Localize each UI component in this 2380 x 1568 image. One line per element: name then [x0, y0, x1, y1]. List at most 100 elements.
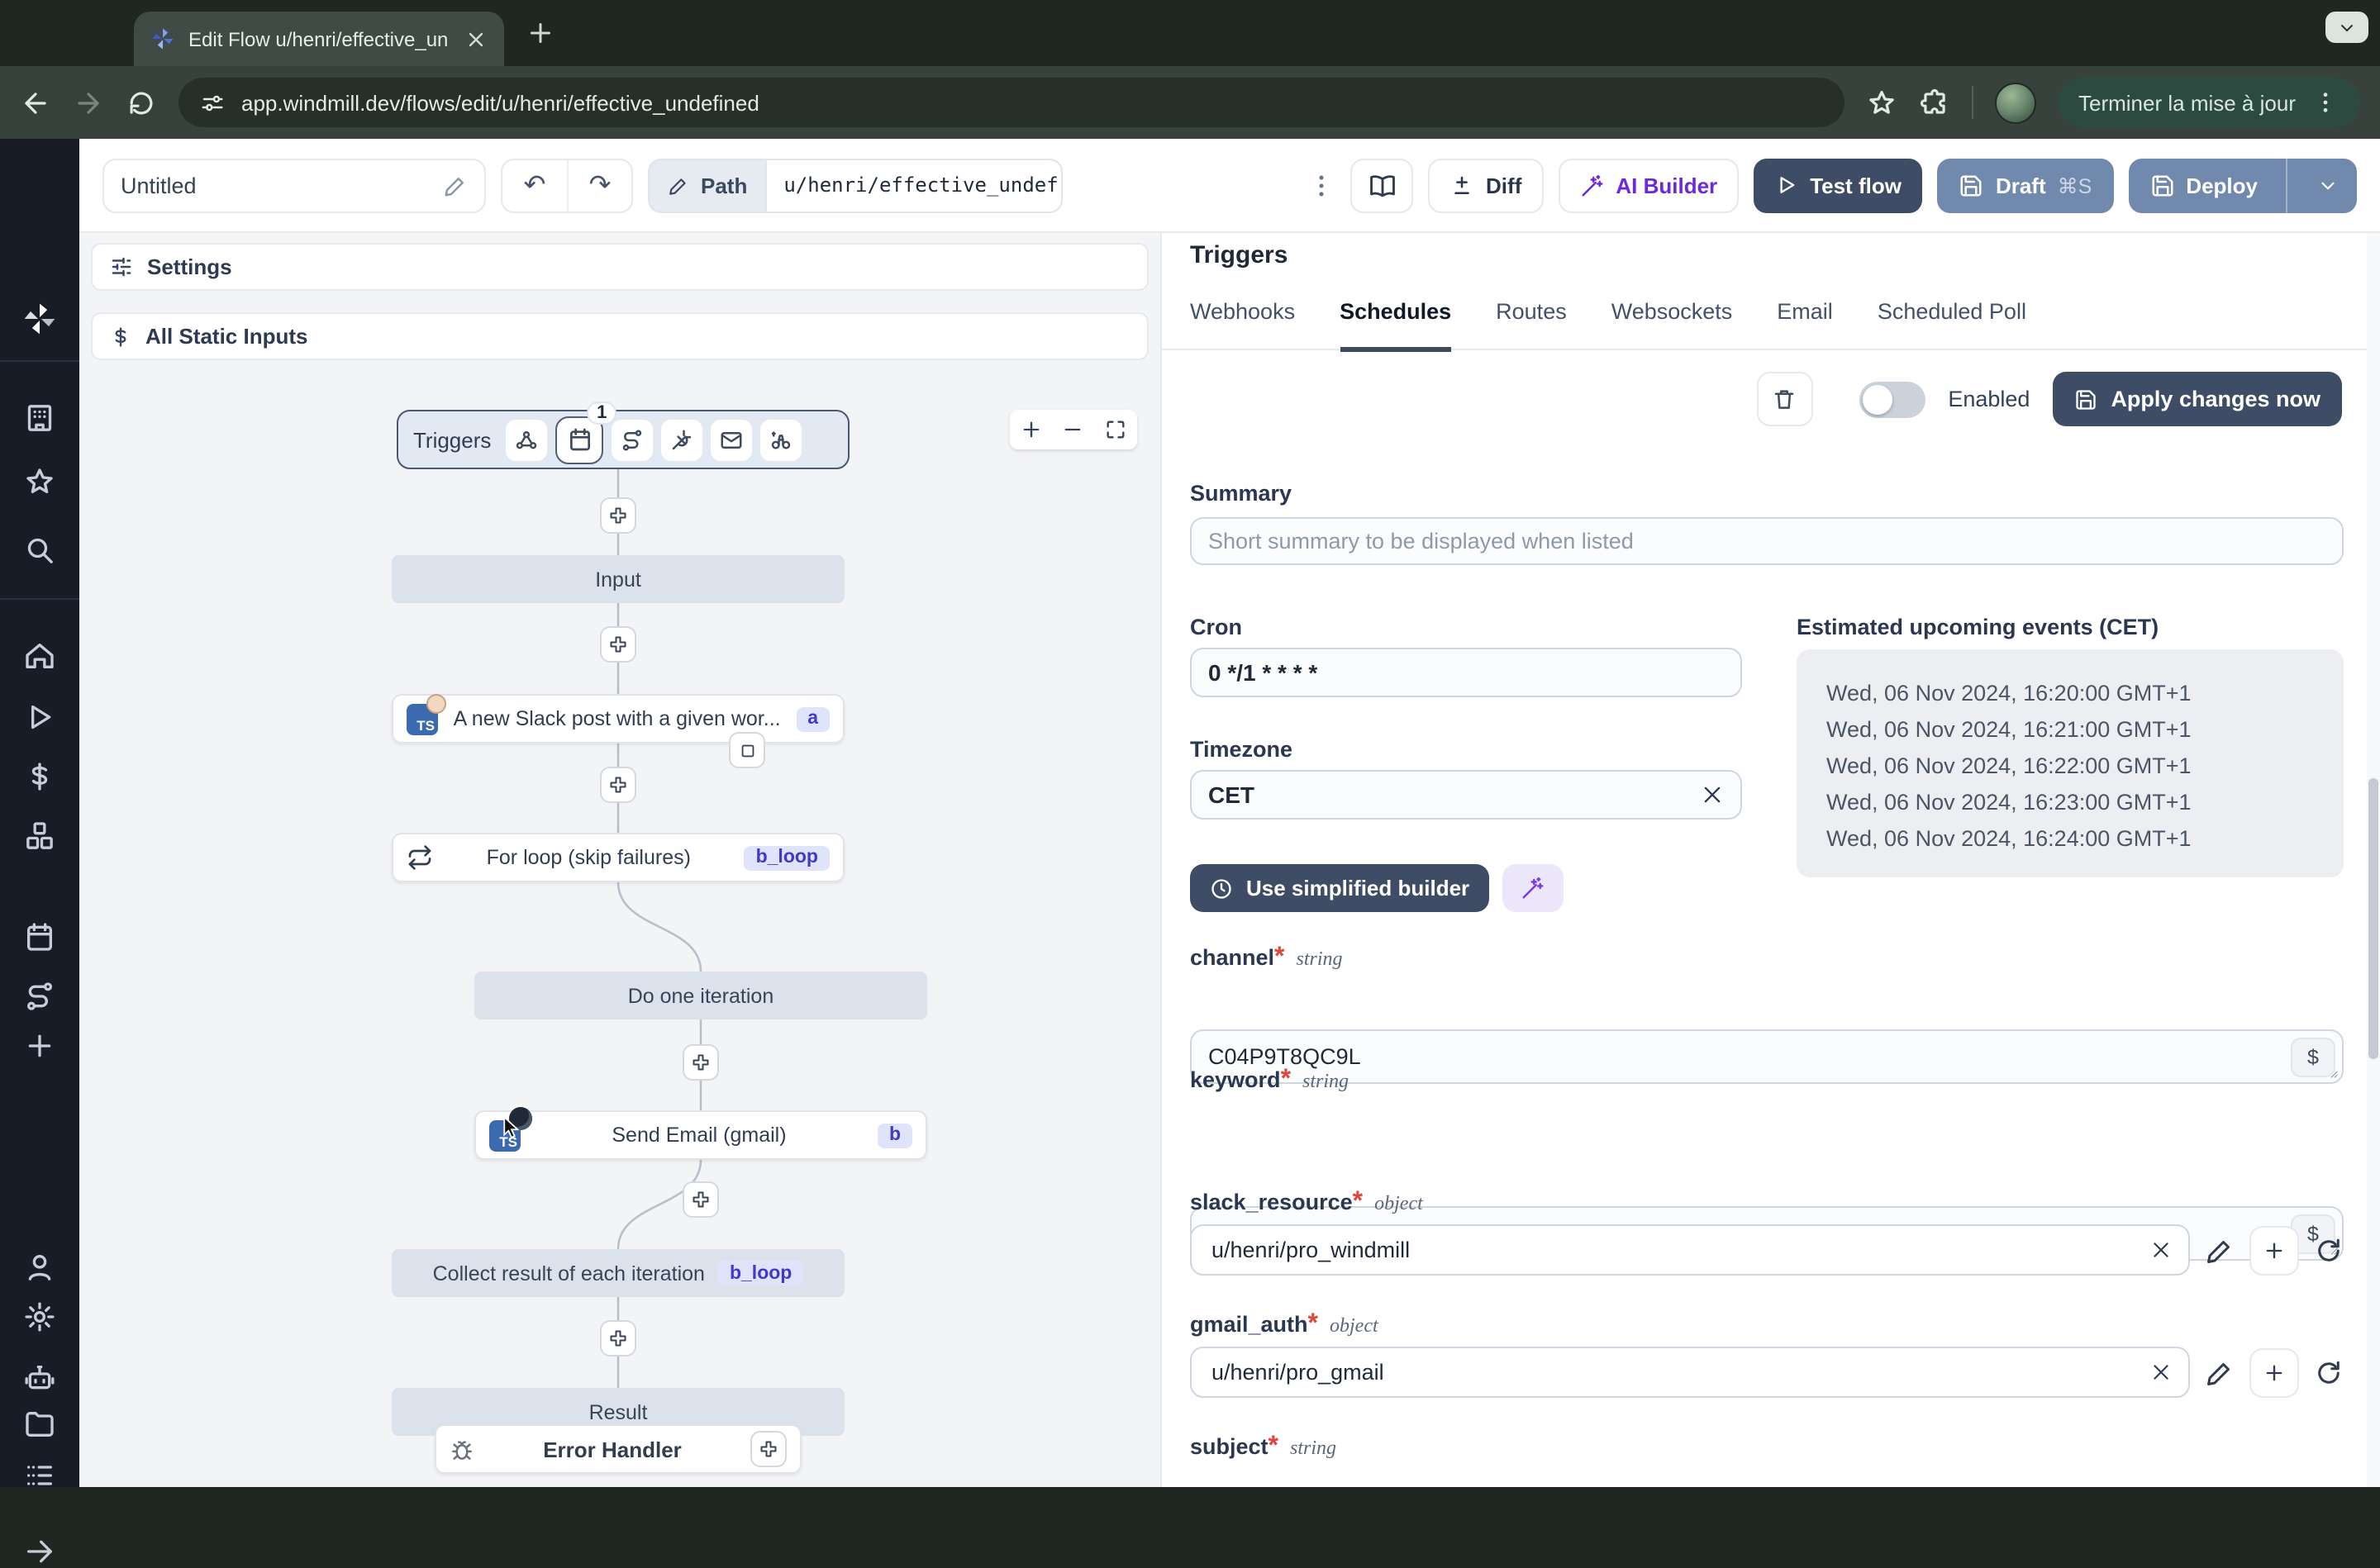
back-icon[interactable]: [20, 87, 51, 118]
send-email-node[interactable]: TS Send Email (gmail) b: [474, 1106, 927, 1160]
email-trigger-icon[interactable]: [711, 419, 753, 460]
resource-picker[interactable]: [1190, 1347, 2190, 1398]
add-step-button[interactable]: [600, 1320, 636, 1357]
profile-avatar[interactable]: [1994, 82, 2035, 123]
sidebar-item-variables[interactable]: [23, 760, 56, 793]
more-options-icon[interactable]: [1307, 171, 1335, 199]
panel-scrollbar[interactable]: [2367, 233, 2380, 1487]
path-label[interactable]: Path: [648, 158, 766, 212]
sidebar-expand-icon[interactable]: [23, 1535, 56, 1568]
zoom-in-icon[interactable]: [1020, 418, 1043, 441]
ai-cron-button[interactable]: [1502, 864, 1564, 912]
redo-button[interactable]: ↷: [567, 159, 631, 211]
route-trigger-icon[interactable]: [612, 419, 654, 460]
websocket-trigger-icon[interactable]: [661, 419, 703, 460]
add-resource-button[interactable]: [2249, 1225, 2299, 1275]
close-tab-icon[interactable]: [464, 27, 488, 50]
reload-icon[interactable]: [126, 87, 157, 118]
scrollbar-thumb[interactable]: [2368, 778, 2378, 1059]
deploy-dropdown-button[interactable]: [2299, 174, 2355, 196]
fit-view-icon[interactable]: [1104, 418, 1127, 441]
add-resource-button[interactable]: [2249, 1347, 2299, 1397]
sidebar-item-home[interactable]: [23, 639, 56, 672]
use-simplified-builder-button[interactable]: Use simplified builder: [1190, 864, 1490, 912]
deploy-button[interactable]: Deploy: [2128, 158, 2357, 212]
search-icon[interactable]: [23, 534, 56, 567]
apply-changes-button[interactable]: Apply changes now: [2053, 372, 2342, 426]
diff-button[interactable]: Diff: [1428, 158, 1544, 212]
docs-button[interactable]: [1350, 158, 1414, 212]
channel-input[interactable]: [1192, 1044, 2291, 1069]
refresh-resource-icon[interactable]: [2314, 1235, 2344, 1265]
sidebar-item-routes[interactable]: [23, 980, 56, 1013]
tab-websockets[interactable]: Websockets: [1611, 299, 1733, 349]
ai-builder-button[interactable]: AI Builder: [1558, 158, 1740, 212]
error-handler-node[interactable]: Error Handler: [435, 1424, 802, 1474]
enabled-toggle[interactable]: [1859, 381, 1925, 417]
extensions-icon[interactable]: [1918, 87, 1949, 118]
draft-button[interactable]: Draft ⌘S: [1937, 158, 2114, 212]
forward-icon[interactable]: [73, 87, 104, 118]
tab-email[interactable]: Email: [1777, 299, 1833, 349]
input-node[interactable]: Input: [392, 555, 845, 603]
new-tab-icon[interactable]: [526, 18, 555, 48]
webhook-trigger-icon[interactable]: [506, 419, 548, 460]
browser-update-button[interactable]: Terminer la mise à jour: [2057, 78, 2360, 127]
gmail-auth-input[interactable]: [1208, 1358, 2150, 1386]
sidebar-item-logs[interactable]: [23, 1459, 56, 1492]
tab-scheduled-poll[interactable]: Scheduled Poll: [1878, 299, 2026, 349]
sidebar-item-folders[interactable]: [23, 1408, 56, 1441]
flow-name-input[interactable]: Untitled: [102, 158, 486, 212]
sidebar-item-schedules[interactable]: [23, 920, 56, 953]
slack-resource-input[interactable]: [1208, 1236, 2150, 1264]
refresh-resource-icon[interactable]: [2314, 1357, 2344, 1387]
clear-timezone-icon[interactable]: [1701, 783, 1724, 806]
channel-field[interactable]: $: [1190, 1029, 2344, 1084]
add-step-button[interactable]: [683, 1044, 719, 1081]
path-value[interactable]: u/henri/effective_undef: [765, 158, 1064, 212]
schedule-trigger-icon[interactable]: 1: [555, 402, 616, 463]
windmill-logo-icon[interactable]: [21, 301, 58, 337]
cron-input[interactable]: [1190, 648, 1742, 697]
site-settings-icon[interactable]: [200, 90, 225, 115]
sidebar-item-runs[interactable]: [23, 701, 56, 734]
sidebar-item-settings[interactable]: [23, 1300, 56, 1333]
bookmark-star-icon[interactable]: [1865, 87, 1897, 118]
tab-search-button[interactable]: [2325, 12, 2368, 43]
add-step-button[interactable]: [683, 1181, 719, 1218]
timezone-field[interactable]: [1190, 770, 1742, 820]
sidebar-item-users[interactable]: [23, 1251, 56, 1284]
sidebar-item-favorites[interactable]: [23, 466, 56, 499]
edit-resource-icon[interactable]: [2205, 1357, 2235, 1387]
add-step-button[interactable]: [600, 626, 636, 663]
sidebar-item-add[interactable]: [23, 1029, 56, 1062]
edit-name-pencil-icon[interactable]: [443, 173, 468, 197]
test-flow-button[interactable]: Test flow: [1754, 158, 1923, 212]
clear-resource-icon[interactable]: [2150, 1239, 2172, 1261]
collect-result-node[interactable]: Collect result of each iteration b_loop: [392, 1249, 845, 1297]
timezone-input[interactable]: [1192, 782, 1701, 808]
all-static-inputs-bar[interactable]: All Static Inputs: [91, 312, 1149, 360]
add-step-button[interactable]: [600, 767, 636, 803]
undo-button[interactable]: ↶: [502, 159, 567, 211]
delete-schedule-button[interactable]: [1756, 372, 1813, 426]
browser-menu-icon[interactable]: [2312, 89, 2339, 116]
do-one-iteration-node[interactable]: Do one iteration: [474, 972, 927, 1019]
flow-settings-bar[interactable]: Settings: [91, 243, 1149, 291]
tab-webhooks[interactable]: Webhooks: [1190, 299, 1295, 349]
scheduled-poll-trigger-icon[interactable]: [760, 419, 802, 460]
resource-picker[interactable]: [1190, 1224, 2190, 1276]
run-until-here-button[interactable]: [729, 732, 765, 768]
summary-input[interactable]: [1190, 517, 2344, 565]
tab-schedules[interactable]: Schedules: [1340, 299, 1452, 352]
edit-resource-icon[interactable]: [2205, 1235, 2235, 1265]
for-loop-node[interactable]: For loop (skip failures) b_loop: [392, 833, 845, 882]
add-step-button[interactable]: [600, 497, 636, 534]
sidebar-item-resources[interactable]: [23, 820, 56, 853]
resize-handle[interactable]: [2325, 1066, 2339, 1079]
tab-routes[interactable]: Routes: [1496, 299, 1567, 349]
sidebar-item-workspace[interactable]: [23, 402, 56, 435]
slack-step-node[interactable]: TS A new Slack post with a given wor... …: [392, 693, 845, 744]
zoom-out-icon[interactable]: [1062, 418, 1085, 441]
triggers-node[interactable]: Triggers 1: [397, 402, 850, 469]
